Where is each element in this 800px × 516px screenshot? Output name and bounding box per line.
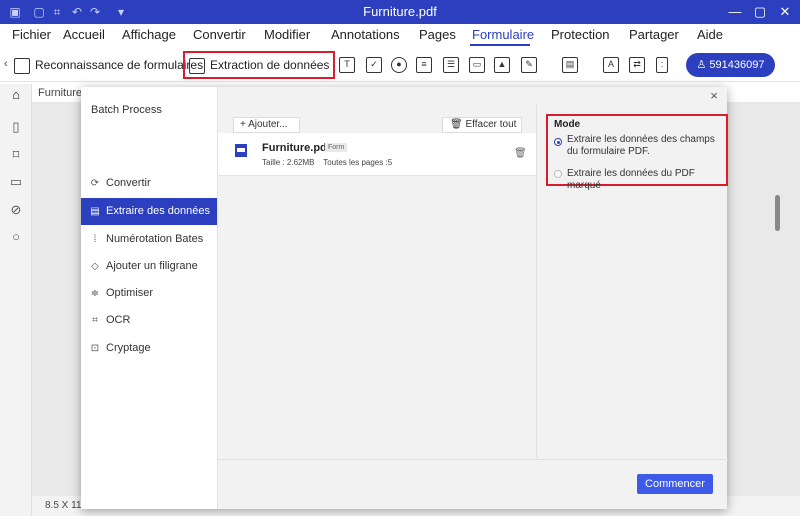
maximize-icon[interactable]: ▢ xyxy=(750,3,770,21)
delete-file-icon[interactable]: 🗑 xyxy=(514,148,527,159)
mode-option-form-fields-radio[interactable] xyxy=(554,138,562,146)
text-field-icon[interactable]: T xyxy=(339,57,355,73)
align-icon[interactable]: A xyxy=(603,57,619,73)
sidebar-item-label: Numérotation Bates xyxy=(106,233,204,245)
menu-pages[interactable]: Pages xyxy=(419,27,456,42)
more-tools-icon[interactable]: : xyxy=(656,57,668,73)
active-menu-indicator xyxy=(470,44,530,46)
file-list-item[interactable]: Furniture.pdf Form Taille : 2.62MB Toute… xyxy=(218,133,536,176)
sidebar-item-bates[interactable]: ⁞ Numérotation Bates xyxy=(81,226,217,253)
batch-process-dialog: Batch Process ⟳ Convertir ▤ Extraire des d… xyxy=(81,87,728,509)
watermark-icon: ◇ xyxy=(91,261,99,272)
user-account-button[interactable]: ♙ 591436097 xyxy=(686,53,775,77)
sidebar-item-cryptage[interactable]: ⊡ Cryptage xyxy=(81,335,217,362)
sidebar-item-ocr[interactable]: ⌗ OCR xyxy=(81,307,217,334)
sidebar-item-filigrane[interactable]: ◇ Ajouter un filigrane xyxy=(81,253,217,280)
sidebar-item-label: OCR xyxy=(106,314,131,326)
menu-annotations[interactable]: Annotations xyxy=(331,27,400,42)
list-box-icon[interactable]: ≡ xyxy=(416,57,432,73)
title-bar: ▣ ▢ ⌗ ↶ ↷ ▾ Furniture.pdf — ▢ ✕ xyxy=(0,0,800,24)
search-icon[interactable]: ○ xyxy=(9,230,23,244)
file-pages: Toutes les pages :5 xyxy=(323,158,393,167)
menu-protection[interactable]: Protection xyxy=(551,27,610,42)
bates-icon: ⁞ xyxy=(93,234,97,245)
sidebar-item-label: Extraire des données xyxy=(106,205,210,217)
clear-all-button[interactable]: 🗑 Effacer tout xyxy=(442,117,522,133)
sidebar-item-label: Optimiser xyxy=(106,287,154,299)
file-form-badge: Form xyxy=(325,143,348,152)
thumbnails-icon[interactable]: ▯ xyxy=(9,120,23,134)
start-button[interactable]: Commencer xyxy=(637,474,713,494)
mode-title: Mode xyxy=(554,119,581,130)
add-files-label: Ajouter... xyxy=(248,119,288,130)
ocr-icon: ⌗ xyxy=(92,315,98,326)
minimize-icon[interactable]: — xyxy=(725,3,745,21)
panel-divider xyxy=(536,105,537,458)
mode-option-tagged-pdf-label[interactable]: Extraire les données du PDF marqué xyxy=(567,168,725,192)
mode-panel: Mode Extraire les données des champs du … xyxy=(546,114,728,191)
trash-icon: 🗑 xyxy=(450,119,466,130)
bookmark-icon[interactable]: ⌑ xyxy=(9,148,23,162)
clear-all-label: Effacer tout xyxy=(465,119,517,130)
document-tab[interactable]: Furniture xyxy=(32,84,82,102)
window-title: Furniture.pdf xyxy=(363,4,437,19)
lock-icon: ⊡ xyxy=(90,343,100,354)
file-size: Taille : 2.62MB xyxy=(262,158,315,167)
menu-formulaire[interactable]: Formulaire xyxy=(472,27,534,42)
image-field-icon[interactable]: ▲ xyxy=(494,57,510,73)
radio-button-icon[interactable]: ● xyxy=(391,57,407,73)
form-tools-icon[interactable]: ▤ xyxy=(562,57,578,73)
dialog-main: + Ajouter... 🗑 Effacer tout Furniture.pd… xyxy=(217,87,728,509)
menu-accueil[interactable]: Accueil xyxy=(63,27,105,42)
dialog-close-icon[interactable]: × xyxy=(707,89,721,103)
dialog-title: Batch Process xyxy=(91,104,162,116)
menu-fichier[interactable]: Fichier xyxy=(12,27,51,42)
scroll-left-icon[interactable]: ‹ xyxy=(4,58,8,70)
toolbar: ‹ Reconnaissance de formulaires Extracti… xyxy=(0,48,800,82)
data-extraction-label: Extraction de données xyxy=(210,58,330,72)
comment-icon[interactable]: ▭ xyxy=(9,175,23,189)
plus-icon: + xyxy=(240,119,249,130)
data-extraction-icon xyxy=(189,57,205,74)
combo-box-icon[interactable]: ☰ xyxy=(443,57,459,73)
distribute-icon[interactable]: ⇄ xyxy=(629,57,645,73)
menu-bar: Fichier Accueil Affichage Convertir Modi… xyxy=(0,24,800,46)
footer-divider xyxy=(218,459,728,460)
sidebar-item-label: Convertir xyxy=(106,177,151,189)
mode-option-form-fields-label[interactable]: Extraire les données des champs du formu… xyxy=(567,134,725,158)
optimize-icon: ≑ xyxy=(90,288,100,299)
menu-modifier[interactable]: Modifier xyxy=(264,27,310,42)
dialog-sidebar: ⟳ Convertir ▤ Extraire des données ⁞ Numéro… xyxy=(81,127,217,509)
mode-option-tagged-pdf-radio[interactable] xyxy=(554,170,562,178)
file-meta: Taille : 2.62MB Toutes les pages :5 xyxy=(262,158,392,167)
convert-icon: ⟳ xyxy=(90,178,100,189)
sidebar-item-extraire[interactable]: ▤ Extraire des données xyxy=(81,198,217,225)
sidebar-item-optimiser[interactable]: ≑ Optimiser xyxy=(81,280,217,307)
form-recognition-label: Reconnaissance de formulaires xyxy=(35,58,204,72)
form-recognition-button[interactable]: Reconnaissance de formulaires xyxy=(14,53,203,77)
menu-aide[interactable]: Aide xyxy=(697,27,723,42)
user-icon: ♙ xyxy=(696,59,710,71)
vertical-scrollbar[interactable] xyxy=(775,195,780,231)
extract-icon: ▤ xyxy=(90,206,100,217)
menu-partager[interactable]: Partager xyxy=(629,27,679,42)
signature-field-icon[interactable]: ✎ xyxy=(521,57,537,73)
close-icon[interactable]: ✕ xyxy=(775,3,795,21)
sidebar-item-convertir[interactable]: ⟳ Convertir xyxy=(81,170,217,197)
attachment-icon[interactable]: ⊘ xyxy=(9,203,23,217)
home-icon[interactable]: ⌂ xyxy=(9,88,23,102)
form-recognition-icon xyxy=(14,57,30,74)
sidebar-item-label: Ajouter un filigrane xyxy=(106,260,198,272)
user-id: 591436097 xyxy=(709,59,765,71)
left-rail: ⌂ ▯ ⌑ ▭ ⊘ ○ xyxy=(0,84,32,516)
checkbox-icon[interactable]: ✓ xyxy=(366,57,382,73)
menu-convertir[interactable]: Convertir xyxy=(193,27,246,42)
menu-affichage[interactable]: Affichage xyxy=(122,27,176,42)
button-field-icon[interactable]: ▭ xyxy=(469,57,485,73)
file-name: Furniture.pdf xyxy=(262,142,331,154)
add-files-button[interactable]: + Ajouter... xyxy=(233,117,300,133)
sidebar-item-label: Cryptage xyxy=(106,342,151,354)
data-extraction-button[interactable]: Extraction de données xyxy=(182,51,336,79)
pdf-file-icon xyxy=(235,144,247,157)
